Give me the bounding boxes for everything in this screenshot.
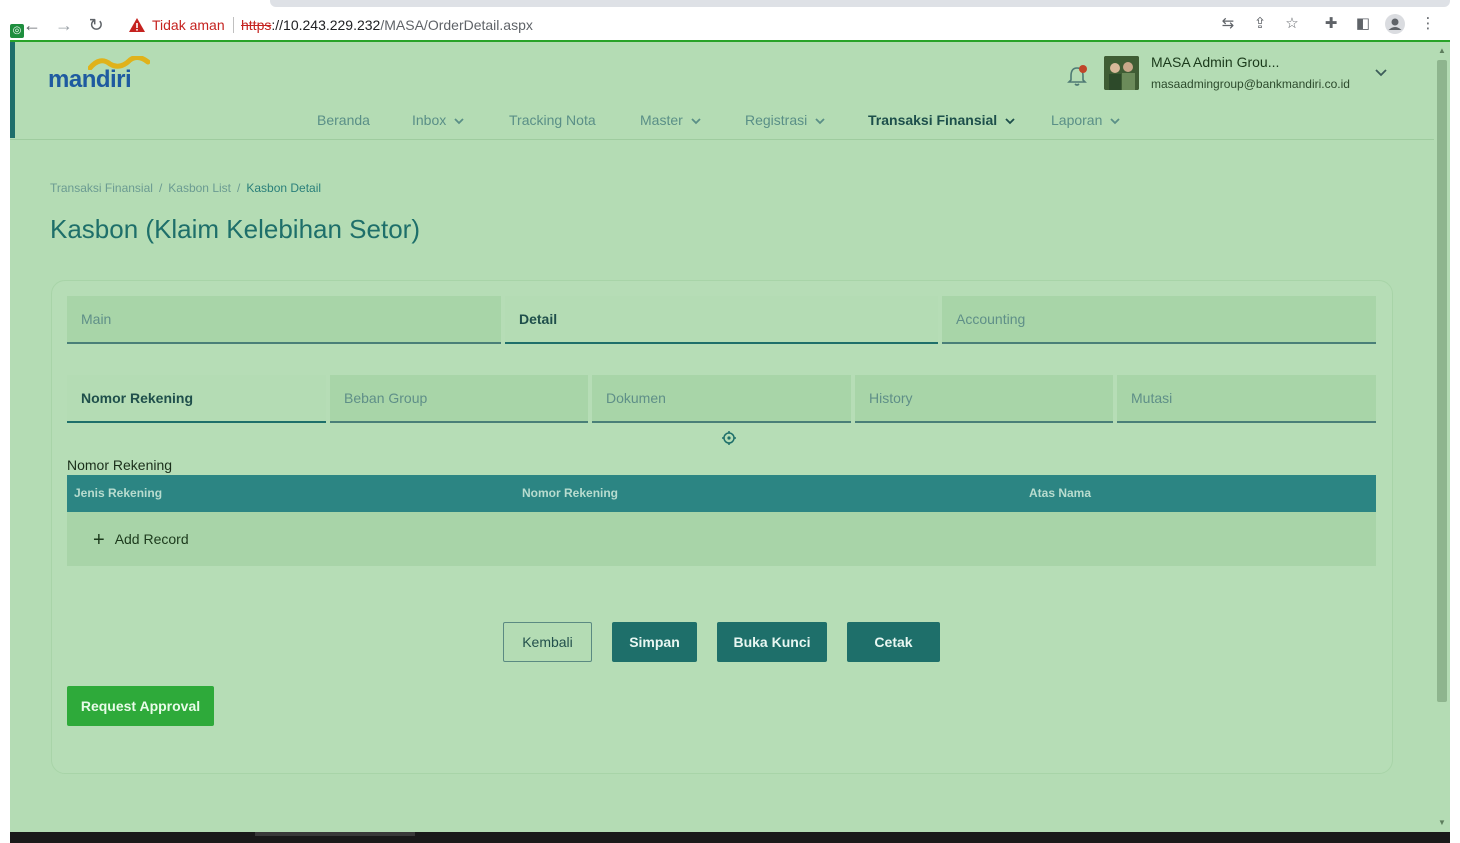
url-path: /MASA/OrderDetail.aspx — [380, 17, 533, 33]
app-header: mandiri MASA Admin Grou... masaadmingrou… — [10, 42, 1434, 140]
url-scheme: https — [241, 17, 272, 33]
table-body: + Add Record — [67, 512, 1376, 566]
notification-bell-icon[interactable] — [1066, 64, 1088, 88]
simpan-button[interactable]: Simpan — [612, 622, 697, 662]
menu-item-tracking-nota[interactable]: Tracking Nota — [509, 112, 596, 134]
user-name[interactable]: MASA Admin Grou... — [1151, 54, 1279, 70]
breadcrumb-separator: / — [237, 181, 241, 195]
add-record-label: Add Record — [114, 531, 189, 547]
forward-icon[interactable]: → — [52, 13, 76, 37]
crosshair-cursor-icon — [722, 431, 736, 445]
menu-item-label: Tracking Nota — [509, 112, 596, 128]
tab-accounting[interactable]: Accounting — [942, 296, 1376, 344]
page-scrollbar[interactable]: ▲ ▼ — [1434, 42, 1450, 832]
menu-item-label: Registrasi — [745, 112, 808, 128]
share-icon[interactable]: ⇪ — [1250, 14, 1270, 34]
tab-dokumen[interactable]: Dokumen — [592, 375, 851, 423]
column-header-nomor-rekening[interactable]: Nomor Rekening — [522, 486, 618, 500]
tab-beban-group[interactable]: Beban Group — [330, 375, 588, 423]
chevron-down-icon — [815, 118, 825, 125]
breadcrumb-item-transaksi-finansial[interactable]: Transaksi Finansial — [50, 181, 153, 195]
menu-item-beranda[interactable]: Beranda — [317, 112, 370, 134]
menu-item-master[interactable]: Master — [640, 112, 701, 134]
warning-icon — [129, 18, 145, 32]
url-host: ://10.243.229.232 — [271, 17, 381, 33]
user-menu-chevron-down-icon[interactable] — [1374, 66, 1388, 80]
menu-item-label: Laporan — [1051, 112, 1103, 128]
tab-strip — [270, 0, 1450, 7]
browser-toolbar: ◎ ← → ↻ Tidak aman https://10.243.229.23… — [0, 0, 1460, 42]
table-header: Jenis Rekening Nomor Rekening Atas Nama — [67, 475, 1376, 512]
app-page: mandiri MASA Admin Grou... masaadmingrou… — [10, 42, 1434, 832]
menu-item-registrasi[interactable]: Registrasi — [745, 112, 825, 134]
breadcrumb: Transaksi Finansial / Kasbon List / Kasbon D… — [50, 181, 321, 195]
plus-icon: + — [93, 529, 105, 551]
chevron-down-icon — [454, 118, 464, 125]
header-accent-bar — [10, 42, 15, 138]
tab-nomor-rekening[interactable]: Nomor Rekening — [67, 375, 326, 423]
breadcrumb-item-kasbon-detail: Kasbon Detail — [246, 181, 322, 195]
security-label[interactable]: Tidak aman — [152, 17, 225, 33]
mandiri-logo[interactable]: mandiri — [48, 56, 158, 93]
request-approval-button[interactable]: Request Approval — [67, 686, 214, 726]
tab-main[interactable]: Main — [67, 296, 501, 344]
os-taskbar — [10, 832, 1450, 843]
menu-item-label: Master — [640, 112, 683, 128]
breadcrumb-item-kasbon-list[interactable]: Kasbon List — [168, 181, 231, 195]
column-header-jenis-rekening[interactable]: Jenis Rekening — [74, 486, 162, 500]
menu-item-label: Inbox — [412, 112, 447, 128]
user-email: masaadmingroup@bankmandiri.co.id — [1151, 77, 1350, 91]
page-title: Kasbon (Klaim Kelebihan Setor) — [50, 214, 420, 244]
chevron-down-icon — [1005, 118, 1015, 125]
omnibox-divider — [233, 17, 234, 33]
logo-text: mandiri — [48, 66, 132, 93]
tab-mutasi[interactable]: Mutasi — [1117, 375, 1376, 423]
back-icon[interactable]: ← — [20, 13, 44, 37]
bookmark-star-icon[interactable]: ☆ — [1282, 14, 1302, 34]
avatar[interactable] — [1104, 56, 1139, 90]
add-record-button[interactable]: + Add Record — [93, 529, 189, 552]
reload-icon[interactable]: ↻ — [84, 13, 108, 37]
extensions-puzzle-icon[interactable]: ✚ — [1321, 14, 1341, 34]
chevron-down-icon — [691, 118, 701, 125]
kembali-button[interactable]: Kembali — [503, 622, 592, 662]
menu-item-inbox[interactable]: Inbox — [412, 112, 464, 134]
browser-menu-icon[interactable]: ⋮ — [1418, 14, 1438, 34]
tab-history[interactable]: History — [855, 375, 1113, 423]
buka-kunci-button[interactable]: Buka Kunci — [717, 622, 827, 662]
section-label: Nomor Rekening — [67, 457, 173, 473]
column-header-atas-nama[interactable]: Atas Nama — [1029, 486, 1091, 500]
scroll-thumb[interactable] — [1437, 60, 1447, 702]
breadcrumb-separator: / — [158, 181, 163, 195]
url-text[interactable]: https://10.243.229.232/MASA/OrderDetail.… — [241, 17, 533, 33]
menu-item-laporan[interactable]: Laporan — [1051, 112, 1121, 134]
address-bar[interactable]: Tidak aman https://10.243.229.232/MASA/O… — [118, 11, 1248, 39]
menu-item-label: Beranda — [317, 112, 370, 128]
translate-icon[interactable]: ⇆ — [1218, 14, 1238, 34]
menu-item-transaksi-finansial[interactable]: Transaksi Finansial — [868, 112, 1015, 134]
side-panel-icon[interactable]: ◧ — [1353, 14, 1373, 34]
taskbar-item[interactable] — [255, 832, 415, 836]
chevron-down-icon — [1110, 118, 1121, 125]
cetak-button[interactable]: Cetak — [847, 622, 940, 662]
menu-item-label: Transaksi Finansial — [868, 112, 998, 128]
scroll-up-icon[interactable]: ▲ — [1437, 46, 1447, 56]
tab-detail[interactable]: Detail — [505, 296, 938, 344]
scroll-down-icon[interactable]: ▼ — [1437, 818, 1447, 828]
profile-icon[interactable] — [1385, 14, 1405, 34]
